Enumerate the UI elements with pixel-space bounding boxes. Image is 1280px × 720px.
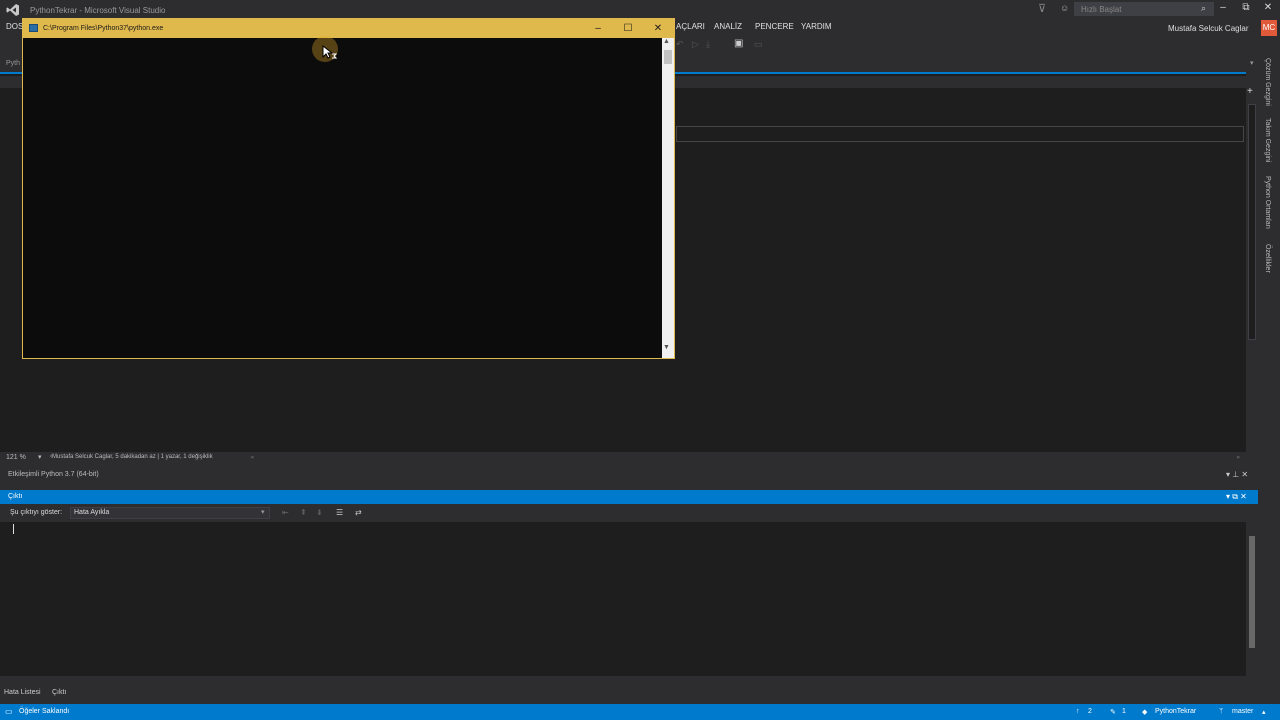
tab-python-environments[interactable]: Python Ortamları (1264, 176, 1271, 229)
python-console-window[interactable]: C:\Program Files\Python37\python.exe – ☐… (22, 18, 675, 359)
undo-icon[interactable]: ↶ (676, 39, 684, 50)
console-title: C:\Program Files\Python37\python.exe (43, 25, 164, 32)
interactive-subtabs (0, 482, 1256, 490)
editor-tab[interactable]: Pyth (6, 60, 20, 67)
text-caret (13, 524, 14, 534)
scroll-up-icon[interactable]: ▲ (663, 38, 670, 45)
menu-item-analyze[interactable]: ANALİZ (714, 22, 742, 31)
chevron-down-icon[interactable]: ▾ (38, 453, 42, 461)
editor-status-row: 121 % ▾ ‹ Mustafa Selcuk Caglar, 5 dakik… (0, 452, 1256, 464)
status-message: Öğeler Saklandı (19, 708, 70, 715)
quick-launch-input[interactable]: Hızlı Başlat ⌕ (1074, 2, 1214, 16)
scroll-down-icon[interactable]: ▼ (663, 344, 670, 351)
interactive-window-header: Etkileşimli Python 3.7 (64-bit) ▾ ⊥ ✕ (0, 468, 1256, 482)
repo-icon[interactable]: ◆ (1142, 708, 1147, 716)
scroll-left-icon[interactable]: ◂ (250, 453, 254, 461)
panel-controls-icon[interactable]: ▾ ⧉ ✕ (1226, 492, 1247, 502)
tab-error-list[interactable]: Hata Listesi (4, 689, 41, 696)
output-show-label: Şu çıktıyı göster: (10, 509, 63, 516)
codelens-info[interactable]: Mustafa Selcuk Caglar, 5 dakikadan az | … (52, 454, 213, 460)
feedback-icon[interactable]: ☺ (1060, 3, 1069, 13)
console-app-icon (29, 24, 38, 32)
user-name[interactable]: Mustafa Selcuk Caglar (1168, 24, 1248, 33)
close-icon[interactable]: ✕ (643, 21, 673, 37)
mouse-cursor-icon (322, 44, 338, 61)
start-icon[interactable]: ▷ (692, 39, 699, 50)
minimize-icon[interactable]: – (1214, 2, 1232, 13)
avatar[interactable]: MC (1261, 20, 1277, 36)
status-bar: ▭ Öğeler Saklandı ↑ 2 ✎ 1 ◆ PythonTekrar… (0, 704, 1280, 720)
output-panel-header: Çıktı ▾ ⧉ ✕ (0, 490, 1258, 504)
chevron-up-icon[interactable]: ▴ (1262, 708, 1266, 716)
vs-titlebar: PythonTekrar - Microsoft Visual Studio ⊽… (0, 0, 1280, 20)
maximize-icon[interactable]: ☐ (613, 21, 643, 37)
status-icon: ▭ (5, 707, 13, 716)
output-panel-title[interactable]: Çıktı (8, 493, 22, 500)
scroll-right-icon[interactable]: ▸ (1237, 453, 1241, 461)
scrollbar-thumb[interactable] (1248, 104, 1256, 340)
chevron-down-icon[interactable]: ▾ (1250, 59, 1254, 67)
output-toolbar: Şu çıktıyı göster: Hata Ayıkla ▾ ⇤ ⇞ ⇟ ☰… (0, 504, 1258, 522)
restore-icon[interactable]: ⧉ (1237, 2, 1255, 13)
repo-name[interactable]: PythonTekrar (1155, 708, 1196, 715)
menu-item-window[interactable]: PENCERE (755, 22, 794, 31)
layout-icon[interactable]: ▭ (754, 39, 763, 50)
next-message-icon[interactable]: ⇟ (316, 508, 323, 517)
diagnostics-icon[interactable]: ▣ (734, 38, 743, 49)
scrollbar-thumb[interactable] (1249, 536, 1255, 648)
chevron-down-icon[interactable]: ▾ (261, 508, 265, 516)
menu-item-help[interactable]: YARDIM (801, 22, 832, 31)
editor-vertical-scrollbar[interactable] (1246, 84, 1258, 452)
scrollbar-thumb[interactable] (664, 50, 672, 64)
branch-name[interactable]: master (1232, 708, 1253, 715)
console-titlebar[interactable]: C:\Program Files\Python37\python.exe – ☐… (23, 19, 674, 38)
unpublished-count[interactable]: 2 (1088, 708, 1092, 715)
current-line-highlight (676, 126, 1244, 142)
bottom-tab-strip: Hata Listesi Çıktı (0, 686, 1256, 704)
close-icon[interactable]: ✕ (1259, 2, 1277, 13)
output-source-value: Hata Ayıkla (74, 509, 110, 516)
tab-output[interactable]: Çıktı (52, 689, 66, 696)
previous-message-icon[interactable]: ⇞ (300, 508, 307, 517)
zoom-level[interactable]: 121 % (6, 454, 26, 461)
filter-icon[interactable]: ⊽ (1038, 2, 1046, 15)
output-text-area[interactable] (0, 522, 1246, 676)
right-sidebar: Çözüm Gezgini Takım Gezgini Python Ortam… (1260, 54, 1280, 704)
find-message-icon[interactable]: ⇤ (282, 508, 289, 517)
changes-count[interactable]: 1 (1122, 708, 1126, 715)
tab-team-explorer[interactable]: Takım Gezgini (1264, 118, 1271, 162)
quick-launch-placeholder: Hızlı Başlat (1081, 5, 1122, 14)
minimize-icon[interactable]: – (583, 21, 613, 37)
word-wrap-icon[interactable]: ⇄ (355, 508, 362, 517)
menu-item-file-partial[interactable]: DOS (6, 22, 23, 31)
publish-icon[interactable]: ↑ (1076, 708, 1080, 715)
step-icon[interactable]: ⤓ (706, 39, 710, 50)
split-icon[interactable]: + (1247, 86, 1253, 97)
visual-studio-logo-icon (6, 3, 22, 17)
menu-item-tools-partial[interactable]: AÇLARI (676, 22, 705, 31)
tab-properties[interactable]: Özellikler (1264, 244, 1271, 273)
interactive-window-title[interactable]: Etkileşimli Python 3.7 (64-bit) (8, 471, 99, 478)
search-icon[interactable]: ⌕ (1201, 3, 1206, 14)
output-vertical-scrollbar[interactable] (1246, 522, 1258, 676)
pencil-icon[interactable]: ✎ (1110, 708, 1116, 716)
output-source-select[interactable]: Hata Ayıkla ▾ (70, 507, 270, 519)
branch-icon[interactable]: ᛘ (1219, 708, 1223, 715)
window-title: PythonTekrar - Microsoft Visual Studio (30, 6, 166, 15)
output-horizontal-scrollbar[interactable] (0, 676, 1246, 686)
console-vertical-scrollbar[interactable]: ▲ ▼ (662, 38, 674, 358)
tab-solution-explorer[interactable]: Çözüm Gezgini (1264, 58, 1271, 106)
clear-all-icon[interactable]: ☰ (336, 508, 343, 517)
panel-controls-icon[interactable]: ▾ ⊥ ✕ (1226, 470, 1248, 479)
